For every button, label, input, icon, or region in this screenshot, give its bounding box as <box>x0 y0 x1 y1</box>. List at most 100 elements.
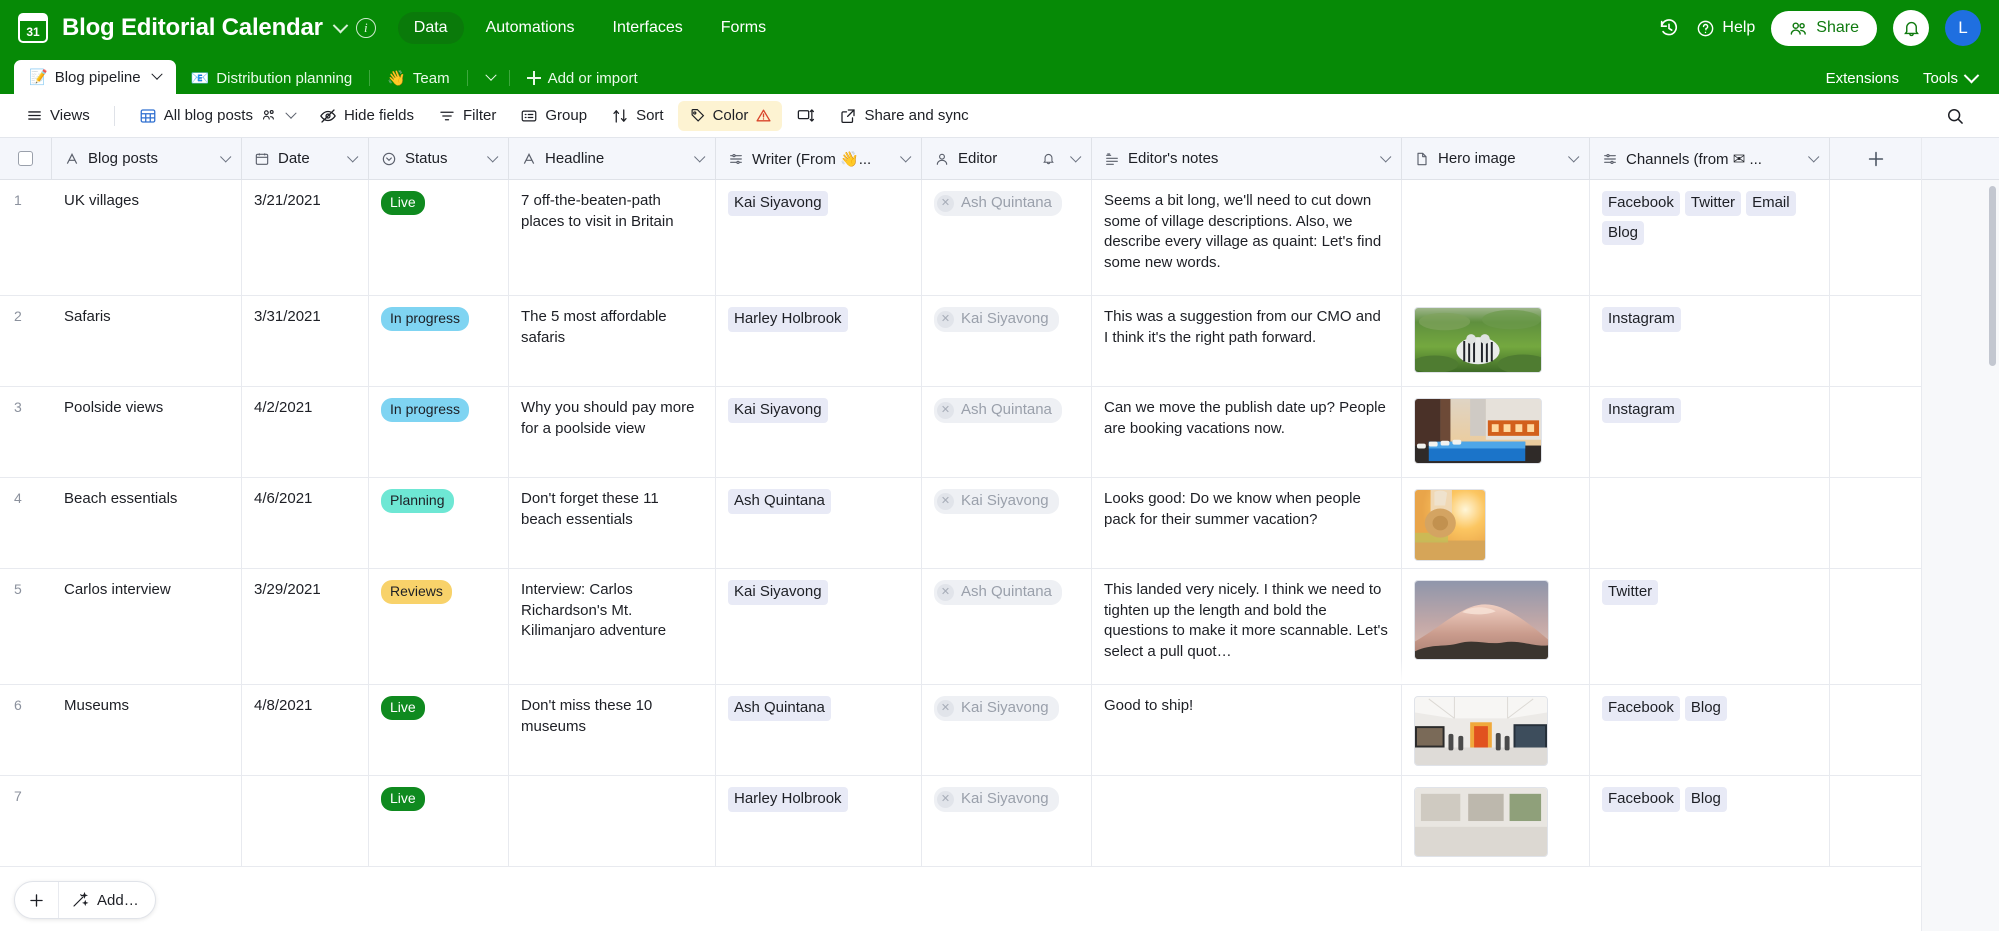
cell-writer[interactable]: Ash Quintana <box>716 478 922 568</box>
cell-blog-post[interactable]: Carlos interview <box>52 569 242 684</box>
cell-writer[interactable]: Kai Siyavong <box>716 569 922 684</box>
vertical-scrollbar[interactable] <box>1989 186 1996 366</box>
cell-date[interactable]: 4/8/2021 <box>242 685 369 775</box>
column-header-editors-notes[interactable]: Editor's notes <box>1092 138 1402 179</box>
add-record-button[interactable]: Add… <box>14 881 156 919</box>
cell-blog-post[interactable]: Poolside views <box>52 387 242 477</box>
column-chevron-down-icon[interactable] <box>1808 150 1820 163</box>
table-row[interactable]: 6 Museums 4/8/2021 Live Don't miss these… <box>0 685 1921 776</box>
bell-icon[interactable] <box>1041 151 1056 166</box>
cell-editor[interactable]: ✕ Ash Quintana <box>922 180 1092 295</box>
table-tab-team[interactable]: 👋 Team <box>372 62 464 94</box>
cell-hero-image[interactable] <box>1402 478 1590 568</box>
column-header-hero-image[interactable]: Hero image <box>1402 138 1590 179</box>
cell-editor[interactable]: ✕ Ash Quintana <box>922 387 1092 477</box>
hero-thumbnail[interactable] <box>1414 307 1542 373</box>
extensions-button[interactable]: Extensions <box>1826 70 1899 87</box>
cell-status[interactable]: Planning <box>369 478 509 568</box>
view-chevron-down-icon[interactable] <box>285 107 297 119</box>
table-row[interactable]: 2 Safaris 3/31/2021 In progress The 5 mo… <box>0 296 1921 387</box>
filter-button[interactable]: Filter <box>428 101 506 131</box>
table-tab-distribution-planning[interactable]: 📧 Distribution planning <box>176 62 368 94</box>
column-chevron-down-icon[interactable] <box>1380 150 1392 163</box>
cell-blog-post[interactable]: UK villages <box>52 180 242 295</box>
column-header-channels[interactable]: Channels (from ✉ ... <box>1590 138 1830 179</box>
sort-button[interactable]: Sort <box>601 101 674 131</box>
cell-status[interactable]: In progress <box>369 296 509 386</box>
add-record-plus-button[interactable] <box>15 882 59 918</box>
cell-writer[interactable]: Kai Siyavong <box>716 387 922 477</box>
cell-status[interactable]: Live <box>369 776 509 866</box>
cell-headline[interactable]: Don't miss these 10 museums <box>509 685 716 775</box>
add-or-import-button[interactable]: Add or import <box>512 62 653 94</box>
cell-date[interactable]: 3/31/2021 <box>242 296 369 386</box>
top-nav-item-interfaces[interactable]: Interfaces <box>597 12 699 44</box>
cell-date[interactable]: 3/21/2021 <box>242 180 369 295</box>
cell-date[interactable]: 4/2/2021 <box>242 387 369 477</box>
cell-editor[interactable]: ✕ Kai Siyavong <box>922 685 1092 775</box>
column-header-status[interactable]: Status <box>369 138 509 179</box>
table-tab-blog-pipeline[interactable]: 📝 Blog pipeline <box>14 60 176 94</box>
hero-thumbnail[interactable] <box>1414 580 1549 660</box>
cell-hero-image[interactable] <box>1402 685 1590 775</box>
cell-channels[interactable]: Facebook Blog <box>1590 776 1830 866</box>
table-tab-chevron-down-icon[interactable] <box>150 68 163 80</box>
top-nav-item-forms[interactable]: Forms <box>705 12 782 44</box>
cell-channels[interactable]: Twitter <box>1590 569 1830 684</box>
cell-headline[interactable]: The 5 most affordable safaris <box>509 296 716 386</box>
row-height-button[interactable] <box>786 100 825 131</box>
cell-editors-notes[interactable]: Seems a bit long, we'll need to cut down… <box>1092 180 1402 295</box>
share-button[interactable]: Share <box>1771 10 1877 46</box>
column-header-editor[interactable]: Editor <box>922 138 1092 179</box>
table-row[interactable]: 1 UK villages 3/21/2021 Live 7 off-the-b… <box>0 180 1921 296</box>
hero-thumbnail[interactable] <box>1414 489 1486 561</box>
top-nav-item-automations[interactable]: Automations <box>470 12 591 44</box>
cell-channels[interactable] <box>1590 478 1830 568</box>
column-chevron-down-icon[interactable] <box>347 150 359 163</box>
cell-editor[interactable]: ✕ Ash Quintana <box>922 569 1092 684</box>
notifications-button[interactable] <box>1893 10 1929 46</box>
column-chevron-down-icon[interactable] <box>1568 150 1580 163</box>
cell-editor[interactable]: ✕ Kai Siyavong <box>922 296 1092 386</box>
cell-editors-notes[interactable]: This was a suggestion from our CMO and I… <box>1092 296 1402 386</box>
views-button[interactable]: Views <box>16 101 100 130</box>
column-chevron-down-icon[interactable] <box>900 150 912 163</box>
cell-hero-image[interactable] <box>1402 569 1590 684</box>
record-grid[interactable]: Blog posts Date Status Headline Writer (… <box>0 138 1999 931</box>
cell-headline[interactable]: 7 off-the-beaten-path places to visit in… <box>509 180 716 295</box>
cell-blog-post[interactable] <box>52 776 242 866</box>
cell-writer[interactable]: Ash Quintana <box>716 685 922 775</box>
cell-blog-post[interactable]: Museums <box>52 685 242 775</box>
column-header-headline[interactable]: Headline <box>509 138 716 179</box>
cell-hero-image[interactable] <box>1402 387 1590 477</box>
cell-headline[interactable]: Interview: Carlos Richardson's Mt. Kilim… <box>509 569 716 684</box>
column-chevron-down-icon[interactable] <box>487 150 499 163</box>
cell-headline[interactable]: Why you should pay more for a poolside v… <box>509 387 716 477</box>
cell-channels[interactable]: Facebook Blog <box>1590 685 1830 775</box>
cell-editors-notes[interactable]: This landed very nicely. I think we need… <box>1092 569 1402 684</box>
hide-fields-button[interactable]: Hide fields <box>309 101 424 131</box>
cell-channels[interactable]: Facebook Twitter Email Blog <box>1590 180 1830 295</box>
column-header-date[interactable]: Date <box>242 138 369 179</box>
cell-editor[interactable]: ✕ Kai Siyavong <box>922 776 1092 866</box>
cell-writer[interactable]: Harley Holbrook <box>716 296 922 386</box>
cell-date[interactable] <box>242 776 369 866</box>
cell-status[interactable]: Live <box>369 685 509 775</box>
color-button[interactable]: Color <box>677 100 783 131</box>
cell-editors-notes[interactable] <box>1092 776 1402 866</box>
cell-status[interactable]: In progress <box>369 387 509 477</box>
column-header-writer[interactable]: Writer (From 👋... <box>716 138 922 179</box>
table-row[interactable]: 5 Carlos interview 3/29/2021 Reviews Int… <box>0 569 1921 685</box>
cell-channels[interactable]: Instagram <box>1590 296 1830 386</box>
cell-editors-notes[interactable]: Looks good: Do we know when people pack … <box>1092 478 1402 568</box>
tools-button[interactable]: Tools <box>1923 67 1980 87</box>
tab-overflow-button[interactable] <box>470 62 507 94</box>
cell-headline[interactable]: Don't forget these 11 beach essentials <box>509 478 716 568</box>
share-and-sync-button[interactable]: Share and sync <box>829 101 978 131</box>
top-nav-item-data[interactable]: Data <box>397 12 464 44</box>
column-chevron-down-icon[interactable] <box>1070 150 1082 163</box>
base-menu-chevron-down-icon[interactable] <box>332 17 349 33</box>
current-view-button[interactable]: All blog posts <box>129 101 305 131</box>
cell-editors-notes[interactable]: Good to ship! <box>1092 685 1402 775</box>
hero-thumbnail[interactable] <box>1414 398 1542 464</box>
